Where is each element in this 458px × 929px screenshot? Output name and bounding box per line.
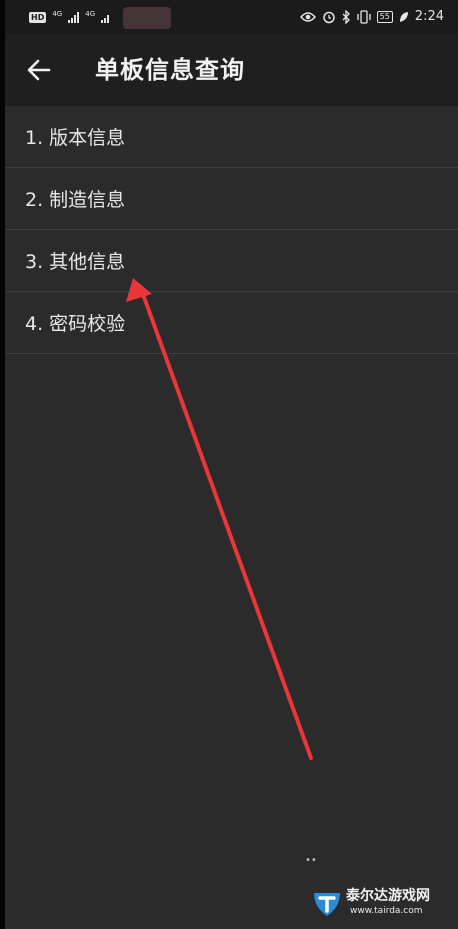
clock: 2:24 — [414, 9, 444, 24]
watermark-url: www.tairda.com — [350, 906, 423, 916]
blurred-region — [123, 7, 172, 29]
status-bar: HD 4G 4G 55 2:24 — [5, 0, 458, 34]
menu-item-label: 4. 密码校验 — [25, 313, 126, 335]
menu-item-manufacture[interactable]: 2. 制造信息 — [5, 168, 458, 230]
network-label-2: 4G — [85, 10, 96, 18]
hd-badge: HD — [29, 11, 47, 23]
menu-item-label: 1. 版本信息 — [25, 127, 126, 149]
vibrate-icon — [356, 9, 371, 24]
menu-item-other[interactable]: 3. 其他信息 — [5, 230, 458, 292]
menu-item-label: 2. 制造信息 — [25, 189, 126, 211]
signal-icon-2 — [101, 12, 110, 23]
menu-list: 1. 版本信息 2. 制造信息 3. 其他信息 4. 密码校验 — [5, 106, 458, 354]
eye-icon — [299, 11, 316, 22]
leaf-icon — [399, 11, 408, 22]
watermark-name: 泰尔达游戏网 — [346, 888, 430, 904]
battery-icon: 55 — [376, 10, 393, 23]
decorative-dots: •• — [305, 855, 317, 866]
menu-item-label: 3. 其他信息 — [25, 251, 126, 273]
back-arrow-icon[interactable] — [25, 56, 53, 84]
menu-item-version[interactable]: 1. 版本信息 — [5, 106, 458, 168]
alarm-icon — [322, 11, 335, 23]
signal-icon — [68, 11, 80, 23]
page-title: 单板信息查询 — [95, 56, 245, 84]
menu-item-password[interactable]: 4. 密码校验 — [5, 292, 458, 354]
network-label-1: 4G — [52, 10, 63, 18]
watermark-logo-icon — [314, 893, 340, 916]
bluetooth-icon — [342, 9, 350, 24]
app-bar: 单板信息查询 — [5, 34, 458, 106]
watermark: •• 泰尔达游戏网 www.tairda.com — [305, 855, 452, 925]
